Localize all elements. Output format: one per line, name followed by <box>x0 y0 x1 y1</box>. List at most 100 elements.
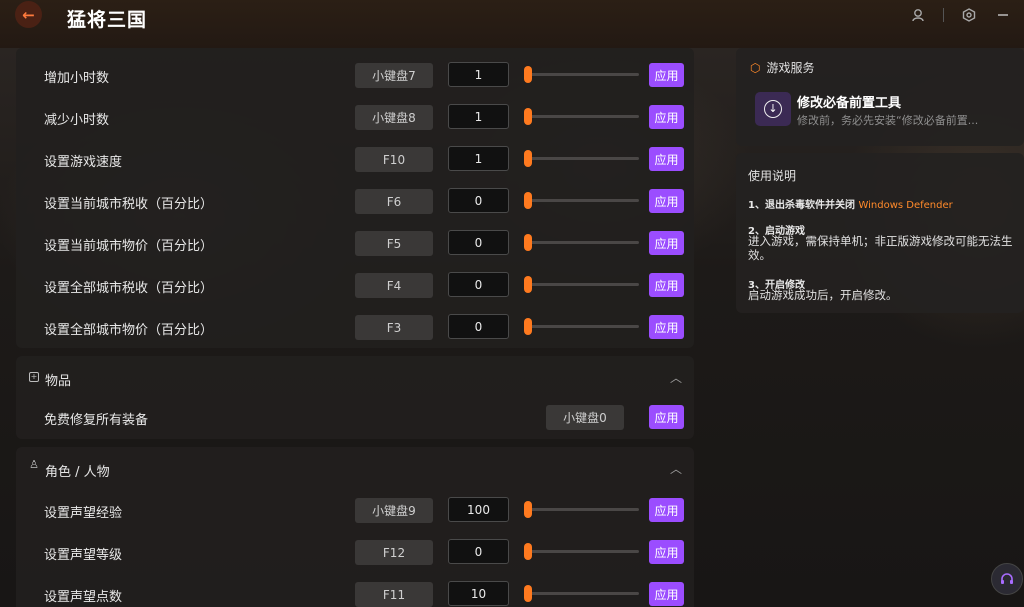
back-button[interactable]: ← <box>15 1 42 28</box>
row-reputation-level: 设置声望等级 F12 0 应用 <box>16 532 694 574</box>
row-all-city-price: 设置全部城市物价（百分比） F3 0 应用 <box>16 307 694 349</box>
row-game-speed: 设置游戏速度 F10 1 应用 <box>16 139 694 181</box>
apply-button[interactable]: 应用 <box>649 498 684 522</box>
title-bar: ← 猛将三国 <box>0 0 1024 48</box>
slider-handle[interactable] <box>524 276 532 293</box>
hotkey-badge[interactable]: 小键盘8 <box>355 105 433 130</box>
row-reputation-exp: 设置声望经验 小键盘9 100 应用 <box>16 490 694 532</box>
slider-handle[interactable] <box>524 543 532 560</box>
tool-title[interactable]: 修改必备前置工具 <box>797 92 901 111</box>
apply-button[interactable]: 应用 <box>649 231 684 255</box>
row-label: 设置全部城市物价（百分比） <box>44 323 214 338</box>
hotkey-badge[interactable]: 小键盘9 <box>355 498 433 523</box>
slider-handle[interactable] <box>524 585 532 602</box>
section-header[interactable]: ♙ 角色 / 人物 ︿ <box>16 447 694 492</box>
download-icon: ↓ <box>764 100 782 118</box>
slider-handle[interactable] <box>524 234 532 251</box>
apply-button[interactable]: 应用 <box>649 315 684 339</box>
apply-button[interactable]: 应用 <box>649 405 684 429</box>
step1-highlight: Windows Defender <box>858 200 953 211</box>
service-header: ⬡ 游戏服务 <box>750 59 815 76</box>
apply-button[interactable]: 应用 <box>649 105 684 129</box>
app-title: 猛将三国 <box>67 9 148 31</box>
hotkey-badge[interactable]: F6 <box>355 189 433 214</box>
section-title: 角色 / 人物 <box>45 465 110 480</box>
tool-description: 修改前，务必先安装“修改必备前置... <box>797 114 979 127</box>
cube-icon: ⬡ <box>750 60 761 75</box>
value-input[interactable]: 1 <box>448 146 509 171</box>
value-slider[interactable] <box>524 318 639 335</box>
value-slider[interactable] <box>524 108 639 125</box>
slider-handle[interactable] <box>524 318 532 335</box>
apply-button[interactable]: 应用 <box>649 273 684 297</box>
divider <box>943 8 944 22</box>
row-label: 设置声望经验 <box>44 506 123 521</box>
value-input[interactable]: 0 <box>448 272 509 297</box>
settings-icon[interactable] <box>960 6 978 24</box>
value-input[interactable]: 1 <box>448 62 509 87</box>
slider-handle[interactable] <box>524 192 532 209</box>
box-icon: + <box>29 372 39 382</box>
apply-button[interactable]: 应用 <box>649 63 684 87</box>
value-input[interactable]: 0 <box>448 539 509 564</box>
help-title: 使用说明 <box>748 169 797 183</box>
download-tool-button[interactable]: ↓ <box>755 92 791 126</box>
apply-button[interactable]: 应用 <box>649 147 684 171</box>
slider-handle[interactable] <box>524 150 532 167</box>
row-label: 增加小时数 <box>44 71 110 86</box>
window-controls <box>909 6 1012 24</box>
value-input[interactable]: 100 <box>448 497 509 522</box>
hotkey-badge[interactable]: F12 <box>355 540 433 565</box>
hotkey-badge[interactable]: F10 <box>355 147 433 172</box>
chevron-up-icon[interactable]: ︿ <box>670 369 682 386</box>
row-label: 减少小时数 <box>44 113 110 128</box>
apply-button[interactable]: 应用 <box>649 582 684 606</box>
headset-icon <box>1001 573 1013 584</box>
value-slider[interactable] <box>524 276 639 293</box>
row-label: 免费修复所有装备 <box>44 413 149 428</box>
row-label: 设置当前城市物价（百分比） <box>44 239 214 254</box>
hotkey-badge[interactable]: F11 <box>355 582 433 607</box>
usage-instructions-card: 使用说明 1、退出杀毒软件并关闭 Windows Defender 2、启动游戏… <box>736 153 1024 313</box>
value-slider[interactable] <box>524 585 639 602</box>
slider-handle[interactable] <box>524 66 532 83</box>
value-slider[interactable] <box>524 543 639 560</box>
row-all-city-tax: 设置全部城市税收（百分比） F4 0 应用 <box>16 265 694 307</box>
hotkey-badge[interactable]: F4 <box>355 273 433 298</box>
row-add-hours: 增加小时数 小键盘7 1 应用 <box>16 55 694 97</box>
section-header[interactable]: + 物品 ︿ <box>16 356 694 401</box>
value-input[interactable]: 1 <box>448 104 509 129</box>
row-label: 设置声望等级 <box>44 548 123 563</box>
hotkey-badge[interactable]: 小键盘7 <box>355 63 433 88</box>
person-icon: ♙ <box>29 458 39 471</box>
row-sub-hours: 减少小时数 小键盘8 1 应用 <box>16 97 694 139</box>
value-slider[interactable] <box>524 150 639 167</box>
game-service-card: ⬡ 游戏服务 ↓ 修改必备前置工具 修改前，务必先安装“修改必备前置... <box>736 48 1024 146</box>
user-icon[interactable] <box>909 6 927 24</box>
hotkey-badge[interactable]: F3 <box>355 315 433 340</box>
hotkey-badge[interactable]: 小键盘0 <box>546 405 624 430</box>
value-input[interactable]: 0 <box>448 230 509 255</box>
chevron-up-icon[interactable]: ︿ <box>670 460 682 477</box>
step1-text: 1、退出杀毒软件并关闭 <box>748 200 855 211</box>
row-repair-equipment: 免费修复所有装备 小键盘0 应用 <box>16 397 694 439</box>
support-headset-button[interactable] <box>991 563 1023 595</box>
value-slider[interactable] <box>524 66 639 83</box>
hotkey-badge[interactable]: F5 <box>355 231 433 256</box>
section-items: + 物品 ︿ 免费修复所有装备 小键盘0 应用 <box>16 356 694 439</box>
value-slider[interactable] <box>524 501 639 518</box>
value-input[interactable]: 0 <box>448 314 509 339</box>
section-character: ♙ 角色 / 人物 ︿ 设置声望经验 小键盘9 100 应用 设置声望等级 F1… <box>16 447 694 607</box>
value-slider[interactable] <box>524 234 639 251</box>
apply-button[interactable]: 应用 <box>649 189 684 213</box>
row-reputation-points: 设置声望点数 F11 10 应用 <box>16 574 694 607</box>
slider-handle[interactable] <box>524 108 532 125</box>
value-input[interactable]: 10 <box>448 581 509 606</box>
minimize-icon[interactable] <box>994 6 1012 24</box>
value-input[interactable]: 0 <box>448 188 509 213</box>
slider-handle[interactable] <box>524 501 532 518</box>
row-label: 设置当前城市税收（百分比） <box>44 197 214 212</box>
value-slider[interactable] <box>524 192 639 209</box>
settings-panel-general: 增加小时数 小键盘7 1 应用 减少小时数 小键盘8 1 应用 设置游戏速度 F… <box>16 48 694 348</box>
apply-button[interactable]: 应用 <box>649 540 684 564</box>
